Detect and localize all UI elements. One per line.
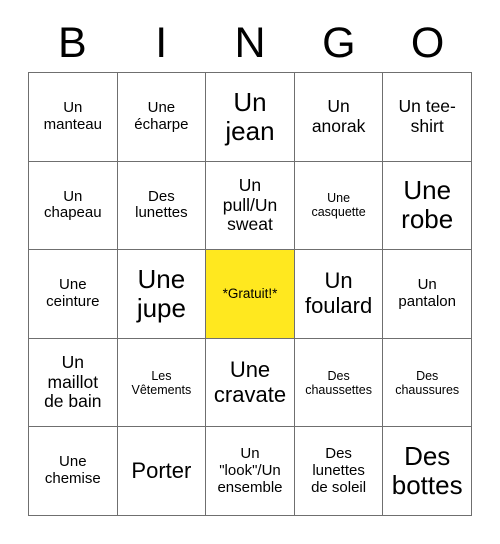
bingo-cell-label: Une cravate: [213, 356, 287, 407]
bingo-cell-label: Une robe: [401, 175, 454, 235]
bingo-cell-label: Des lunettes de soleil: [311, 444, 367, 496]
bingo-cell-r1-c2[interactable]: Une écharpe: [117, 73, 207, 162]
bingo-cell-label: Un pull/Un sweat: [222, 175, 278, 235]
bingo-cell-label: Un pantalon: [398, 276, 456, 310]
bingo-cell-label: Des lunettes: [135, 187, 188, 222]
bingo-cell-r2-c1[interactable]: Un chapeau: [29, 161, 118, 251]
bingo-cell-r4-c5[interactable]: Des chaussures: [383, 338, 472, 428]
bingo-header-letter-i: I: [155, 18, 168, 67]
bingo-cell-label: Des chaussettes: [305, 368, 372, 397]
bingo-cell-r5-c5[interactable]: Des bottes: [383, 427, 472, 516]
bingo-cell-r1-c3[interactable]: Un jean: [206, 73, 295, 162]
bingo-cell-label: Porter: [131, 457, 192, 483]
bingo-cell-label: Une casquette: [311, 191, 366, 220]
bingo-cell-label: Les Vêtements: [131, 368, 192, 397]
bingo-cell-r1-c4[interactable]: Un anorak: [294, 73, 384, 162]
bingo-cell-label: Une écharpe: [134, 99, 189, 133]
bingo-cell-label: Un "look"/Un ensemble: [217, 444, 283, 496]
bingo-cell-r5-c2[interactable]: Porter: [117, 427, 207, 516]
bingo-cell-r2-c3[interactable]: Un pull/Un sweat: [206, 161, 295, 251]
bingo-cell-r3-c2[interactable]: Une jupe: [117, 250, 207, 339]
bingo-cell-r1-c5[interactable]: Un tee- shirt: [383, 73, 472, 162]
bingo-cell-r4-c4[interactable]: Des chaussettes: [294, 338, 384, 428]
bingo-cell-label: Un anorak: [311, 96, 366, 136]
bingo-cell-r2-c4[interactable]: Une casquette: [294, 161, 384, 251]
bingo-cell-r3-c1[interactable]: Une ceinture: [29, 250, 118, 339]
bingo-cell-label: Une ceinture: [46, 276, 100, 310]
bingo-cell-label: Des bottes: [391, 441, 463, 501]
bingo-cell-r5-c1[interactable]: Une chemise: [29, 427, 118, 516]
bingo-cell-r4-c3[interactable]: Une cravate: [206, 338, 295, 428]
bingo-header-letter-g: G: [322, 18, 356, 67]
bingo-free-space[interactable]: *Gratuit!*: [206, 250, 295, 339]
bingo-cell-r2-c2[interactable]: Des lunettes: [117, 161, 207, 251]
bingo-cell-r3-c4[interactable]: Un foulard: [294, 250, 384, 339]
bingo-cell-r1-c1[interactable]: Un manteau: [29, 73, 118, 162]
bingo-cell-r3-c5[interactable]: Un pantalon: [383, 250, 472, 339]
bingo-cell-r4-c2[interactable]: Les Vêtements: [117, 338, 207, 428]
bingo-cell-r5-c3[interactable]: Un "look"/Un ensemble: [206, 427, 295, 516]
bingo-cell-label: Des chaussures: [395, 368, 460, 397]
bingo-cell-label: Un foulard: [304, 268, 373, 318]
bingo-cell-label: *Gratuit!*: [222, 286, 278, 302]
bingo-header-row: B I N G O: [28, 14, 472, 72]
bingo-cell-label: Une chemise: [44, 453, 101, 488]
bingo-cell-label: Un chapeau: [44, 187, 102, 222]
bingo-cell-r4-c1[interactable]: Un maillot de bain: [29, 338, 118, 428]
bingo-header-letter-b: B: [58, 18, 87, 67]
bingo-cell-label: Un jean: [225, 86, 275, 146]
bingo-cell-label: Une jupe: [136, 263, 186, 323]
bingo-header-letter-n: N: [234, 18, 266, 67]
bingo-cell-r2-c5[interactable]: Une robe: [383, 161, 472, 251]
bingo-card: B I N G O Un manteau Une écharpe Un jean Un…: [0, 0, 500, 544]
bingo-cell-label: Un manteau: [43, 99, 102, 133]
bingo-grid: Un manteau Une écharpe Un jean Un anorak Un …: [28, 72, 472, 516]
bingo-header-letter-o: O: [410, 18, 445, 67]
bingo-cell-label: Un maillot de bain: [44, 352, 102, 412]
bingo-cell-label: Un tee- shirt: [398, 96, 456, 136]
bingo-cell-r5-c4[interactable]: Des lunettes de soleil: [294, 427, 384, 516]
